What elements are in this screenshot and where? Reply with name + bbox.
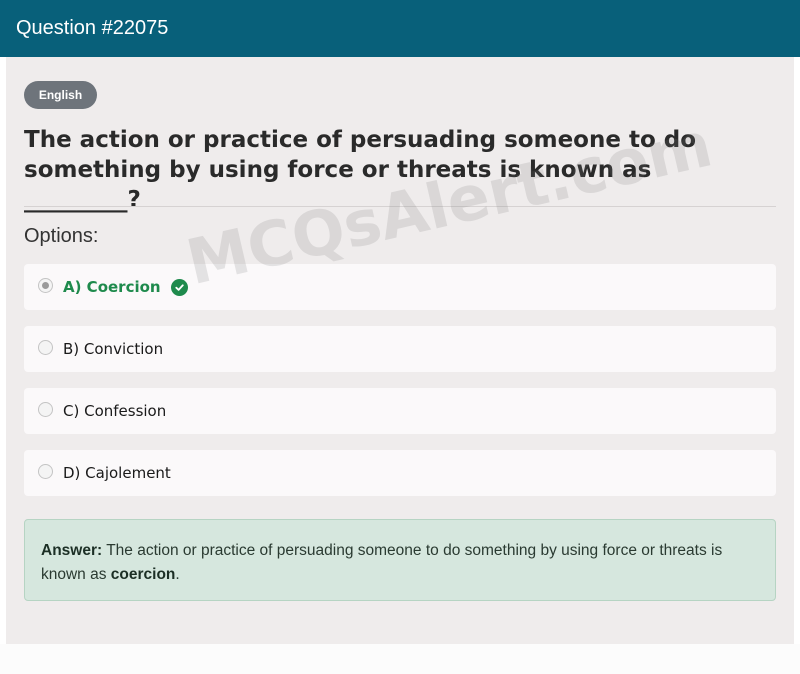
check-circle-icon (170, 278, 188, 296)
option-c[interactable]: C) Confession (24, 388, 776, 434)
question-number-title: Question #22075 (16, 17, 169, 39)
divider (24, 206, 776, 207)
radio-button[interactable] (38, 463, 53, 479)
option-label: C) Confession (63, 402, 167, 420)
option-a[interactable]: A) Coercion (24, 264, 776, 310)
option-label: D) Cajolement (63, 464, 171, 482)
option-b[interactable]: B) Conviction (24, 326, 776, 372)
question-card: English The action or practice of persua… (6, 57, 794, 644)
radio-button[interactable] (38, 401, 53, 417)
radio-button[interactable] (38, 339, 53, 355)
answer-box: Answer: The action or practice of persua… (24, 519, 776, 601)
answer-suffix: . (175, 566, 180, 583)
option-d[interactable]: D) Cajolement (24, 450, 776, 496)
question-text: The action or practice of persuading som… (24, 127, 697, 213)
radio-button[interactable] (38, 277, 53, 293)
option-label: A) Coercion (63, 278, 161, 296)
answer-prefix: Answer: (41, 542, 103, 559)
answer-highlight: coercion (110, 566, 176, 583)
options-label: Options: (24, 225, 99, 247)
bottom-strip (0, 644, 800, 674)
option-label: B) Conviction (63, 340, 164, 358)
page-header: Question #22075 (0, 0, 800, 57)
language-badge[interactable]: English (24, 81, 97, 109)
